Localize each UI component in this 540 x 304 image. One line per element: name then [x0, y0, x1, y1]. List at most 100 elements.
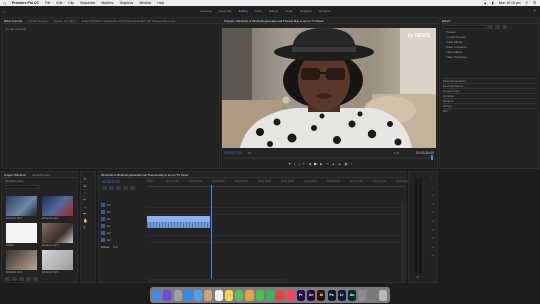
project-thumb-4[interactable] [42, 223, 73, 243]
aftereffects-icon[interactable]: Ae [307, 289, 316, 301]
project-thumb-6[interactable] [42, 250, 73, 270]
menu-sequence[interactable]: Sequence [80, 1, 95, 5]
track-header-v1[interactable]: V1 [101, 215, 145, 222]
tab-media-browser[interactable]: Media Browser [32, 173, 51, 177]
master-value[interactable]: 0.0 [114, 245, 118, 249]
track-header-master[interactable]: Master 0.0 [101, 243, 145, 250]
32bit-effects-icon[interactable] [495, 25, 500, 29]
new-item-icon[interactable] [26, 277, 31, 281]
tab-project[interactable]: Project: Windrush [4, 173, 26, 177]
slip-tool-icon[interactable]: ↔ [83, 204, 88, 209]
razor-tool-icon[interactable]: ✂ [83, 197, 88, 202]
track-header-a2[interactable]: A2 [101, 229, 145, 236]
add-marker-icon[interactable]: ▼ [288, 162, 291, 166]
project-thumb-2[interactable] [42, 196, 73, 216]
pen-tool-icon[interactable]: ✒ [83, 211, 88, 216]
mail-icon[interactable] [194, 289, 203, 301]
go-to-out-icon[interactable]: ⇥ [326, 162, 329, 166]
calendar-icon[interactable] [214, 289, 223, 301]
timeline-settings-icon[interactable] [130, 186, 135, 190]
menu-window[interactable]: Window [139, 1, 151, 5]
add-marker-timeline-icon[interactable] [123, 186, 128, 190]
menu-edit[interactable]: Edit [56, 1, 62, 5]
ripple-edit-tool-icon[interactable]: ⇔ [83, 190, 88, 195]
maps-icon[interactable] [235, 289, 244, 301]
hand-tool-icon[interactable]: ✋ [83, 218, 88, 223]
workspace-editing[interactable]: Editing [239, 9, 248, 13]
yuv-effects-icon[interactable] [502, 25, 507, 29]
music-icon[interactable] [286, 289, 295, 301]
workspace-learning[interactable]: Learning [200, 9, 212, 13]
finder-icon[interactable] [153, 289, 162, 301]
project-thumb-5[interactable] [6, 250, 37, 270]
type-tool-icon[interactable]: T [83, 225, 88, 230]
program-monitor-title[interactable]: Program: Windrush of Windrush generation… [224, 19, 324, 23]
tab-audio-clip-mixer[interactable]: Audio Clip Mixer: Weekends of Windrush g… [82, 19, 178, 23]
list-view-icon[interactable] [5, 277, 10, 281]
program-quality-select[interactable]: Full [394, 151, 399, 155]
menu-graphics[interactable]: Graphics [120, 1, 134, 5]
new-bin-icon[interactable] [19, 277, 24, 281]
export-frame-icon[interactable]: ▣ [344, 162, 347, 166]
notes-icon[interactable] [224, 289, 233, 301]
control-center-icon[interactable]: ☰ [533, 1, 536, 5]
tab-effect-controls[interactable]: Effect Controls [4, 19, 22, 23]
menu-app-name[interactable]: Premiere Pro CC [12, 1, 39, 5]
step-back-icon[interactable]: ◀ [308, 162, 311, 166]
audition-icon[interactable]: Au [348, 289, 357, 301]
selection-tool-icon[interactable]: ➤ [83, 176, 88, 181]
extract-icon[interactable]: ▲ [338, 162, 341, 166]
workspace-effects[interactable]: Effects [269, 9, 278, 13]
lift-icon[interactable]: ▲ [332, 162, 335, 166]
timeline-sequence-tab[interactable]: Windrush of Windrush generation tell The… [101, 173, 189, 177]
accelerated-effects-icon[interactable] [488, 25, 493, 29]
messages-icon[interactable] [255, 289, 264, 301]
track-header-a3[interactable]: A3 [101, 236, 145, 243]
timeline-playhead[interactable] [211, 185, 212, 282]
timeline-timecode[interactable]: 00:00:37:22 [102, 180, 120, 184]
section-info[interactable]: Info [443, 108, 537, 113]
illustrator-icon[interactable]: Ai [317, 289, 326, 301]
tab-source[interactable]: Source: (no clips) [54, 19, 76, 23]
menu-markers[interactable]: Markers [101, 1, 113, 5]
siri-icon[interactable] [163, 289, 172, 301]
workspace-search-icon[interactable]: ⚲ [533, 8, 536, 13]
program-current-timecode[interactable]: 00:00:37:22 [224, 151, 242, 155]
timeline-ruler[interactable]: 00:00 00:00:15:00 00:00:30:00 00:00:45:0… [147, 180, 409, 187]
menu-clip[interactable]: Clip [68, 1, 74, 5]
apple-icon[interactable]:  [3, 1, 6, 6]
battery-icon[interactable]: ▮ [492, 1, 494, 5]
clear-icon[interactable] [33, 277, 38, 281]
preview-icon[interactable] [358, 289, 367, 301]
track-header-v2[interactable]: V2 [101, 208, 145, 215]
wifi-icon[interactable]: ▲ [484, 1, 487, 5]
project-thumb-1[interactable] [6, 196, 37, 216]
photos-icon[interactable] [245, 289, 254, 301]
timeline-vertical-scrollbar[interactable] [401, 201, 404, 281]
chrome-icon[interactable] [276, 289, 285, 301]
facetime-icon[interactable] [265, 289, 275, 301]
effects-folder-video-transitions[interactable]: Video Transitions [446, 55, 467, 60]
project-search-field[interactable] [5, 185, 39, 189]
contacts-icon[interactable] [204, 289, 213, 301]
premiere-icon[interactable]: Pr [296, 289, 305, 301]
lightroom-icon[interactable]: Lr [337, 289, 346, 301]
menu-file[interactable]: File [45, 1, 50, 5]
track-select-tool-icon[interactable]: ⇊ [83, 183, 88, 188]
program-fit-select[interactable]: Fit [248, 151, 251, 155]
workspace-libraries[interactable]: Libraries [319, 9, 331, 13]
project-thumb-3[interactable] [6, 223, 37, 243]
linked-selection-icon[interactable] [116, 186, 121, 190]
safari-icon[interactable] [183, 289, 192, 301]
program-scrubber[interactable] [224, 155, 434, 160]
photoshop-icon[interactable]: Ps [327, 289, 336, 301]
mark-in-icon[interactable]: { [294, 162, 295, 166]
workspace-audio[interactable]: Audio [285, 9, 293, 13]
audio-clip-a1[interactable] [147, 222, 210, 228]
spotlight-icon[interactable]: ⚲ [525, 1, 527, 5]
clock[interactable]: Mon 10:15 pm [499, 1, 521, 5]
go-to-in-icon[interactable]: ⇤ [303, 162, 306, 166]
workspace-color[interactable]: Color [255, 9, 262, 13]
workspace-graphics[interactable]: Graphics [300, 9, 312, 13]
effects-panel-title[interactable]: Effects [442, 19, 451, 23]
